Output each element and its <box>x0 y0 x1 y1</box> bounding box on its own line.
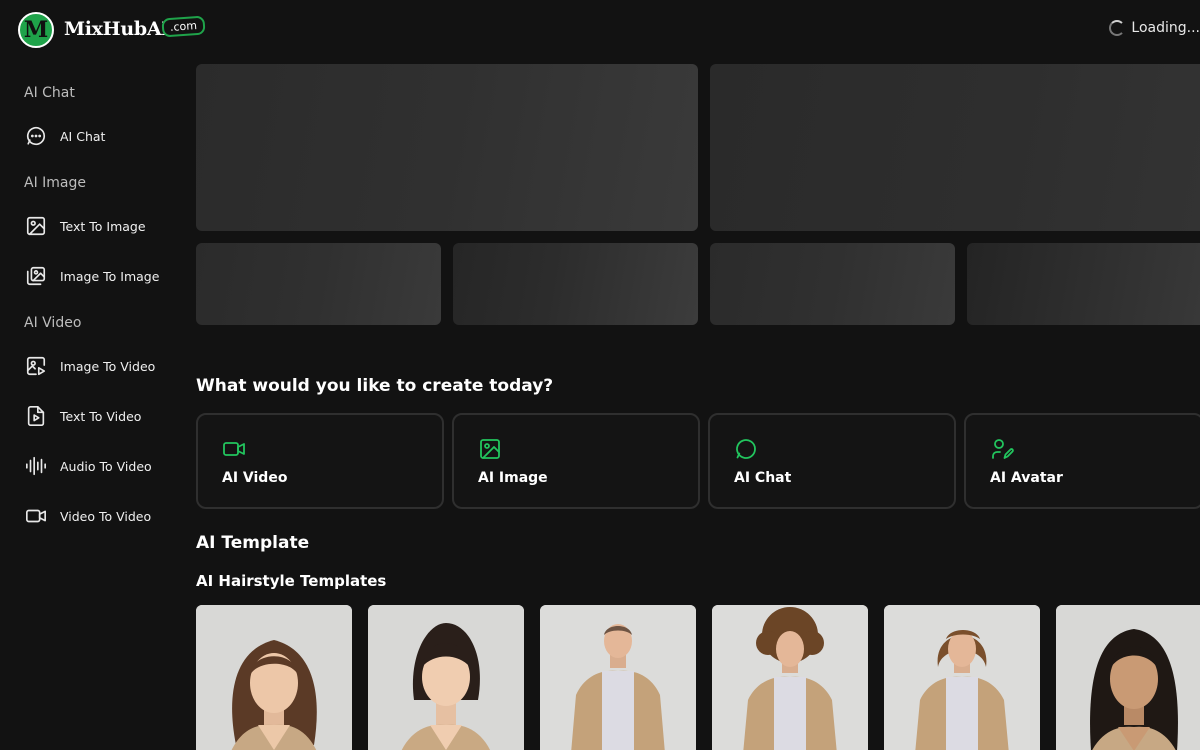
loading-text: Loading... <box>1131 20 1200 36</box>
hairstyle-template-card[interactable] <box>540 605 696 750</box>
create-card-label: AI Video <box>222 470 288 486</box>
sidebar-item-label: AI Chat <box>60 128 106 144</box>
sidebar-item-video-to-video[interactable]: Video To Video <box>24 501 174 531</box>
loading-indicator: Loading... <box>1109 20 1200 36</box>
portrait-buzz-cut-image <box>540 605 696 750</box>
brand-badge: .com <box>161 15 206 38</box>
banner-skeleton <box>196 64 698 231</box>
create-card-label: AI Image <box>478 470 548 486</box>
sidebar-item-text-to-video[interactable]: Text To Video <box>24 401 174 431</box>
sidebar-item-label: Audio To Video <box>60 458 152 474</box>
user-edit-icon <box>990 437 1014 461</box>
create-card-ai-avatar[interactable]: AI Avatar <box>964 413 1200 509</box>
hairstyle-template-card[interactable] <box>196 605 352 750</box>
sidebar-item-ai-chat[interactable]: AI Chat <box>24 121 174 151</box>
sidebar-item-label: Image To Video <box>60 358 156 374</box>
hairstyle-template-card[interactable] <box>712 605 868 750</box>
create-card-ai-image[interactable]: AI Image <box>452 413 700 509</box>
hairstyle-subheading: AI Hairstyle Templates <box>196 572 387 590</box>
logo-letter: M <box>23 17 49 43</box>
image-icon <box>24 214 48 238</box>
tile-skeleton <box>196 243 441 325</box>
portrait-long-wavy-hair-image <box>196 605 352 750</box>
portrait-curly-hair-image <box>712 605 868 750</box>
sidebar-section-ai-chat: AI Chat <box>24 85 75 101</box>
banner-skeleton <box>710 64 1200 231</box>
chat-bubble-icon <box>24 124 48 148</box>
chat-bubble-icon <box>734 437 758 461</box>
tile-skeleton <box>967 243 1200 325</box>
create-card-ai-chat[interactable]: AI Chat <box>708 413 956 509</box>
hairstyle-template-card[interactable] <box>1056 605 1200 750</box>
hairstyle-template-card[interactable] <box>368 605 524 750</box>
sidebar-item-image-to-video[interactable]: Image To Video <box>24 351 174 381</box>
file-play-icon <box>24 404 48 428</box>
image-icon <box>478 437 502 461</box>
create-card-label: AI Avatar <box>990 470 1063 486</box>
tile-skeleton <box>710 243 955 325</box>
images-stack-icon <box>24 264 48 288</box>
create-heading: What would you like to create today? <box>196 376 554 396</box>
image-play-icon <box>24 354 48 378</box>
tile-skeleton <box>453 243 698 325</box>
sidebar-item-text-to-image[interactable]: Text To Image <box>24 211 174 241</box>
template-heading: AI Template <box>196 533 310 553</box>
spinner-icon <box>1109 20 1126 36</box>
audio-wave-icon <box>24 454 48 478</box>
brand-logo-icon[interactable]: M <box>18 12 54 48</box>
sidebar-item-label: Video To Video <box>60 508 152 524</box>
sidebar-section-ai-image: AI Image <box>24 175 87 191</box>
video-camera-icon <box>24 504 48 528</box>
sidebar-item-audio-to-video[interactable]: Audio To Video <box>24 451 174 481</box>
sidebar-item-label: Text To Image <box>60 218 146 234</box>
top-header: M MixHubAI .com Loading... <box>0 0 1200 60</box>
sidebar-item-image-to-image[interactable]: Image To Image <box>24 261 174 291</box>
sidebar-item-label: Image To Image <box>60 268 160 284</box>
create-card-ai-video[interactable]: AI Video <box>196 413 444 509</box>
hairstyle-template-card[interactable] <box>884 605 1040 750</box>
portrait-braids-image <box>1056 605 1200 750</box>
create-card-label: AI Chat <box>734 470 792 486</box>
video-camera-icon <box>222 437 246 461</box>
sidebar-section-ai-video: AI Video <box>24 315 82 331</box>
portrait-short-bob-hair-image <box>368 605 524 750</box>
sidebar-item-label: Text To Video <box>60 408 142 424</box>
sidebar: AI Chat AI Chat AI Image Text To Image I… <box>0 60 180 750</box>
portrait-medium-wavy-hair-image <box>884 605 1040 750</box>
brand-name[interactable]: MixHubAI <box>64 18 170 40</box>
